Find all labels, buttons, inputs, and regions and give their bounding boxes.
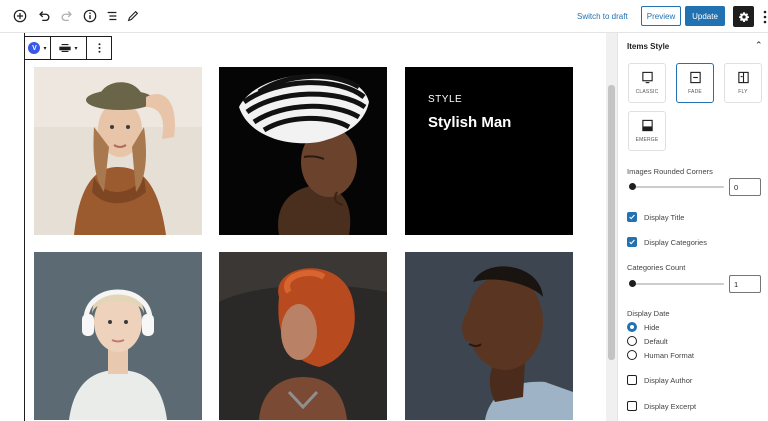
display-excerpt-checkbox[interactable] — [627, 401, 637, 411]
item-title[interactable]: Stylish Man — [428, 114, 511, 131]
undo-icon[interactable] — [36, 8, 52, 24]
update-button[interactable]: Update — [685, 6, 725, 26]
gallery-item[interactable] — [219, 252, 387, 420]
photo-man-profile — [405, 252, 573, 420]
preview-button[interactable]: Preview — [641, 6, 681, 26]
display-title-label[interactable]: Display Title — [644, 213, 684, 222]
block-type-button[interactable]: V ▾ — [25, 37, 51, 59]
photo-woman-hat — [34, 67, 202, 235]
classic-style-icon — [641, 71, 653, 84]
block-outline — [24, 33, 25, 421]
hand-cursor-icon — [520, 184, 573, 235]
settings-button[interactable] — [733, 6, 754, 27]
date-radio-default[interactable] — [627, 336, 637, 346]
style-label: FLY — [738, 89, 748, 95]
check-icon — [629, 214, 635, 220]
rounded-corners-slider-thumb[interactable] — [629, 183, 636, 190]
item-category[interactable]: STYLE — [428, 94, 462, 105]
fade-style-icon — [689, 71, 701, 84]
style-label: CLASSIC — [635, 89, 659, 95]
style-label: FADE — [688, 89, 702, 95]
add-block-icon[interactable] — [12, 8, 28, 24]
switch-to-draft-link[interactable]: Switch to draft — [577, 12, 628, 21]
chevron-up-icon[interactable]: ⌃ — [755, 40, 763, 51]
gallery-item[interactable] — [219, 67, 387, 235]
list-view-icon[interactable] — [104, 8, 120, 24]
display-excerpt-label[interactable]: Display Excerpt — [644, 402, 696, 411]
editor-top-toolbar: Switch to draft Preview Update — [0, 0, 768, 33]
style-option-fade[interactable]: FADE — [676, 63, 714, 103]
block-more-button[interactable] — [87, 37, 111, 59]
block-logo-icon: V — [28, 42, 41, 54]
display-author-label[interactable]: Display Author — [644, 376, 692, 385]
rounded-corners-input[interactable]: 0 — [729, 178, 761, 196]
photo-woman-headphones — [34, 252, 202, 420]
gear-icon — [738, 11, 749, 22]
date-radio-hide[interactable] — [627, 322, 637, 332]
panel-title[interactable]: Items Style — [627, 42, 669, 51]
align-wide-icon — [59, 44, 72, 52]
style-label: EMERGE — [635, 137, 659, 143]
edit-tools-icon[interactable] — [125, 8, 141, 24]
rounded-corners-slider-track[interactable] — [629, 186, 724, 188]
date-option-label[interactable]: Hide — [644, 323, 659, 332]
redo-icon[interactable] — [59, 8, 75, 24]
settings-sidebar: Items Style ⌃ CLASSIC FADE FLY EMERGE Im… — [617, 33, 768, 421]
info-icon[interactable] — [82, 8, 98, 24]
gallery-item-hovered[interactable]: STYLE Stylish Man — [405, 67, 573, 235]
rounded-corners-label: Images Rounded Corners — [627, 167, 713, 176]
emerge-style-icon — [641, 119, 653, 132]
categories-count-label: Categories Count — [627, 263, 686, 272]
more-options-icon[interactable] — [762, 9, 768, 25]
display-author-checkbox[interactable] — [627, 375, 637, 385]
gallery-item[interactable] — [405, 252, 573, 420]
date-option-label[interactable]: Default — [644, 337, 668, 346]
editor-scrollbar-thumb[interactable] — [608, 85, 615, 360]
caret-down-icon: ▾ — [43, 45, 47, 52]
style-option-classic[interactable]: CLASSIC — [628, 63, 666, 103]
check-icon — [629, 239, 635, 245]
display-date-label: Display Date — [627, 309, 670, 318]
display-title-checkbox[interactable] — [627, 212, 637, 222]
photo-woman-red-hair — [219, 252, 387, 420]
style-option-emerge[interactable]: EMERGE — [628, 111, 666, 151]
date-radio-human-format[interactable] — [627, 350, 637, 360]
display-categories-checkbox[interactable] — [627, 237, 637, 247]
gallery-item[interactable] — [34, 252, 202, 420]
caret-down-icon: ▾ — [74, 45, 78, 52]
categories-count-input[interactable]: 1 — [729, 275, 761, 293]
block-toolbar: V ▾ ▾ — [24, 36, 112, 60]
gallery-item[interactable] — [34, 67, 202, 235]
photo-woman-striped-headwrap — [219, 67, 387, 235]
style-option-fly[interactable]: FLY — [724, 63, 762, 103]
categories-count-slider-thumb[interactable] — [629, 280, 636, 287]
date-option-label[interactable]: Human Format — [644, 351, 694, 360]
more-vertical-icon — [98, 43, 100, 53]
categories-count-slider-track[interactable] — [629, 283, 724, 285]
display-categories-label[interactable]: Display Categories — [644, 238, 707, 247]
fly-style-icon — [737, 71, 749, 84]
align-button[interactable]: ▾ — [51, 37, 87, 59]
